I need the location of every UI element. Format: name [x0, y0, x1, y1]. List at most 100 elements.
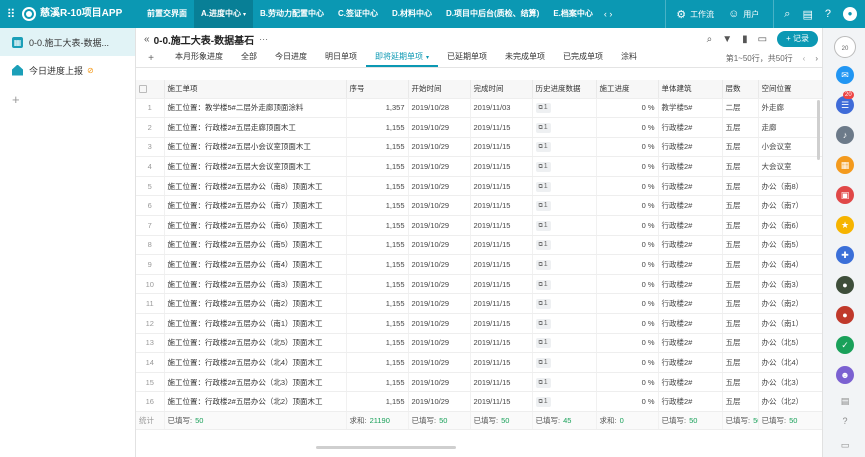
search-icon[interactable]: ⌕	[784, 8, 790, 21]
reward-icon[interactable]: ★	[836, 216, 854, 234]
cell-seq[interactable]: 1,155	[346, 137, 409, 158]
summary-cell[interactable]: 已填写:50	[164, 411, 347, 430]
cell-history[interactable]: 1	[532, 333, 597, 354]
cell-progress[interactable]: 0 %	[596, 156, 659, 177]
cell-start[interactable]: 2019/10/29	[408, 195, 471, 217]
table-row[interactable]: 6 施工位置：行政楼2#五层办公（南7）顶面木工 1,155 2019/10/29 20…	[136, 195, 823, 217]
history-badge[interactable]: 1	[535, 181, 551, 192]
row-number[interactable]: 10	[136, 274, 165, 295]
cell-progress[interactable]: 0 %	[596, 117, 659, 138]
nav-item[interactable]: 前置交界面	[140, 0, 194, 28]
cell-location[interactable]: 办公（北5）	[758, 333, 823, 354]
cell-history[interactable]: 1	[532, 235, 597, 256]
cell-history[interactable]: 1	[532, 215, 597, 236]
cell-location[interactable]: 办公（南4）	[758, 254, 823, 275]
cell-item[interactable]: 施工位置：行政楼2#五层办公（北3）顶面木工	[164, 372, 347, 393]
cell-item[interactable]: 施工位置：行政楼2#五层办公（南2）顶面木工	[164, 293, 347, 315]
cell-history[interactable]: 1	[532, 195, 597, 217]
history-badge[interactable]: 1	[535, 299, 551, 310]
cell-floor[interactable]: 五层	[722, 117, 759, 138]
cell-start[interactable]: 2019/10/29	[408, 352, 471, 373]
vertical-scrollbar[interactable]	[817, 100, 820, 160]
table-row[interactable]: 7 施工位置：行政楼2#五层办公（南6）顶面木工 1,155 2019/10/29 20…	[136, 215, 823, 236]
search-icon[interactable]: ⌕	[707, 34, 713, 45]
cell-start[interactable]: 2019/10/29	[408, 137, 471, 158]
cell-end[interactable]: 2019/11/15	[470, 274, 533, 295]
cell-end[interactable]: 2019/11/15	[470, 293, 533, 315]
cell-item[interactable]: 施工位置：行政楼2#五层办公（南3）顶面木工	[164, 274, 347, 295]
nav-item[interactable]: A.进度中心 ▾	[194, 0, 254, 28]
notes-icon[interactable]: ▤	[802, 8, 812, 21]
cell-floor[interactable]: 五层	[722, 254, 759, 275]
cell-progress[interactable]: 0 %	[596, 333, 659, 354]
view-tab[interactable]: 即将延期单项 ▾	[366, 49, 439, 67]
table-row[interactable]: 10 施工位置：行政楼2#五层办公（南3）顶面木工 1,155 2019/10/29 2…	[136, 274, 823, 295]
summary-cell[interactable]: 已填写:50	[722, 411, 759, 430]
table-row[interactable]: 14 施工位置：行政楼2#五层办公（北4）顶面木工 1,155 2019/10/29 2…	[136, 352, 823, 373]
cell-building[interactable]: 行政楼2#	[658, 333, 723, 354]
cell-start[interactable]: 2019/10/29	[408, 313, 471, 334]
cell-floor[interactable]: 五层	[722, 333, 759, 354]
cell-end[interactable]: 2019/11/15	[470, 391, 533, 412]
history-badge[interactable]: 1	[535, 318, 551, 329]
add-record-button[interactable]: + 记录	[777, 31, 818, 47]
table-row[interactable]: 16 施工位置：行政楼2#五层办公（北2）顶面木工 1,155 2019/10/29 2…	[136, 391, 823, 412]
column-header[interactable]: 施工进度	[596, 80, 659, 99]
cell-seq[interactable]: 1,155	[346, 293, 409, 315]
cell-floor[interactable]: 五层	[722, 235, 759, 256]
cell-start[interactable]: 2019/10/29	[408, 254, 471, 275]
cell-end[interactable]: 2019/11/15	[470, 156, 533, 177]
row-number[interactable]: 11	[136, 293, 165, 315]
cell-location[interactable]: 外走廊	[758, 98, 823, 119]
cell-building[interactable]: 行政楼2#	[658, 293, 723, 315]
cell-seq[interactable]: 1,155	[346, 391, 409, 412]
sidebar-item-worksheet[interactable]: ▦ 0-0.施工大表-数据...	[0, 28, 135, 56]
cell-item[interactable]: 施工位置：行政楼2#五层办公（南6）顶面木工	[164, 215, 347, 236]
users-button[interactable]: ☺ 用户	[728, 8, 759, 20]
history-badge[interactable]: 1	[535, 377, 551, 388]
apps-grid-icon[interactable]: ⠿	[0, 7, 22, 21]
history-badge[interactable]: 1	[535, 162, 551, 173]
cell-end[interactable]: 2019/11/15	[470, 195, 533, 217]
cell-progress[interactable]: 0 %	[596, 98, 659, 119]
nav-item[interactable]: D.项目中后台(质检、结算)	[439, 0, 546, 28]
row-number[interactable]: 12	[136, 313, 165, 334]
cell-progress[interactable]: 0 %	[596, 313, 659, 334]
history-badge[interactable]: 1	[535, 338, 551, 349]
row-number[interactable]: 8	[136, 235, 165, 256]
row-number[interactable]: 2	[136, 117, 165, 138]
cell-building[interactable]: 行政楼2#	[658, 137, 723, 158]
cell-building[interactable]: 行政楼2#	[658, 352, 723, 373]
view-tab[interactable]: 今日进度	[266, 49, 316, 67]
cell-start[interactable]: 2019/10/29	[408, 333, 471, 354]
history-badge[interactable]: 1	[535, 358, 551, 369]
puzzle-icon[interactable]: ✚	[836, 246, 854, 264]
collapse-icon[interactable]: «	[144, 34, 150, 45]
summary-cell[interactable]: 求和: 0	[596, 411, 659, 430]
cell-seq[interactable]: 1,155	[346, 195, 409, 217]
cell-progress[interactable]: 0 %	[596, 352, 659, 373]
app-name[interactable]: 慈溪R-10项目APP	[40, 9, 140, 19]
cell-building[interactable]: 行政楼2#	[658, 235, 723, 256]
view-tab[interactable]: 明日单项	[316, 49, 366, 67]
history-badge[interactable]: 1	[535, 260, 551, 271]
cell-building[interactable]: 行政楼2#	[658, 274, 723, 295]
history-badge[interactable]: 1	[535, 122, 551, 133]
cell-history[interactable]: 1	[532, 274, 597, 295]
cell-start[interactable]: 2019/10/29	[408, 176, 471, 197]
cell-item[interactable]: 施工位置：行政楼2#五层办公（南4）顶面木工	[164, 254, 347, 275]
cell-progress[interactable]: 0 %	[596, 254, 659, 275]
cell-progress[interactable]: 0 %	[596, 372, 659, 393]
cell-history[interactable]: 1	[532, 117, 597, 138]
history-badge[interactable]: 1	[535, 220, 551, 231]
cell-location[interactable]: 小会议室	[758, 137, 823, 158]
table-row[interactable]: 5 施工位置：行政楼2#五层办公（南8）顶面木工 1,155 2019/10/29 20…	[136, 176, 823, 197]
cell-location[interactable]: 办公（南7）	[758, 195, 823, 217]
more-icon[interactable]: ···	[259, 34, 268, 44]
view-tab[interactable]: 已延期单项	[438, 49, 496, 67]
table-row[interactable]: 9 施工位置：行政楼2#五层办公（南4）顶面木工 1,155 2019/10/29 20…	[136, 254, 823, 275]
cell-history[interactable]: 1	[532, 293, 597, 315]
cell-building[interactable]: 行政楼2#	[658, 215, 723, 236]
cell-start[interactable]: 2019/10/29	[408, 372, 471, 393]
cell-end[interactable]: 2019/11/15	[470, 254, 533, 275]
